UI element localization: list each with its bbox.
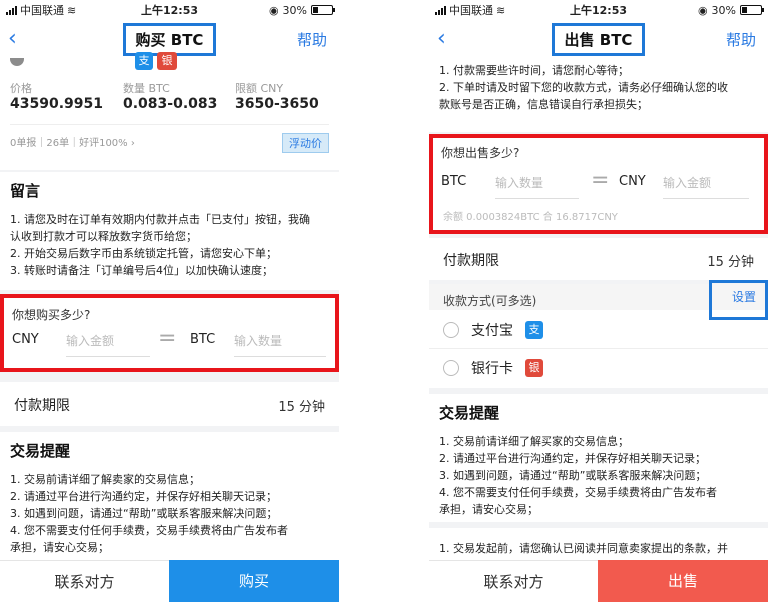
orientation-lock-icon: ◉ (268, 3, 279, 17)
payment-period-label: 付款期限 (14, 398, 70, 414)
payment-period-label: 付款期限 (443, 253, 499, 269)
payment-period-value: 15 分钟 (707, 255, 754, 270)
tips-title: 交易提醒 (10, 442, 71, 460)
notice-line: 2. 下单时请及时留下您的收款方式，请务必仔细确认您的收 (439, 81, 728, 94)
message-line: 2. 开始交易后数字币由系统锁定托管，请您安心下单； (10, 247, 277, 260)
message-line: 1. 请您及时在订单有效期内付款并点击「已支付」按钮，我确 (10, 213, 310, 226)
payment-icons: 支 银 (135, 52, 177, 70)
bottom-bar: 联系对方 购买 (0, 560, 339, 602)
carrier: 中国联通 (449, 4, 493, 17)
payment-period-row: 付款期限 15 分钟 (429, 238, 768, 280)
tips-section: 交易提醒 1. 交易前请详细了解买家的交易信息； 2. 请通过平台进行沟通约定，… (429, 394, 768, 522)
tip-line: 4. 您不需要支付任何手续费，交易手续费将由广告发布者 (10, 524, 288, 537)
trade-info: 支 银 价格 数量 BTC 限额 CNY 43590.9951 0.083-0.… (0, 52, 339, 170)
avatar (10, 58, 24, 66)
battery-percent: 30% (282, 3, 307, 17)
trader-stats[interactable]: 0单报｜26单｜好评100% › (10, 134, 135, 149)
tip-line: 3. 如遇到问题，请通过“帮助”或联系客服来解决问题； (439, 469, 707, 482)
sell-screen: 中国联通 ≋ 上午12:53 ◉ 30% ‹ 出售 BTC 帮助 1. 付款需要… (429, 0, 768, 602)
quantity-label: 数量 BTC (123, 82, 170, 95)
buy-button[interactable]: 购买 (169, 560, 339, 602)
terms-line: 1. 交易发起前，请您确认已阅读并同意卖家提出的条款，并 (439, 542, 728, 555)
page-title: 购买 BTC (122, 22, 217, 56)
signal-icon (435, 5, 446, 15)
tip-line: 承担，请安心交易； (10, 541, 109, 554)
battery-icon (740, 5, 764, 15)
sell-button[interactable]: 出售 (598, 560, 768, 602)
alipay-radio[interactable] (443, 322, 459, 338)
receive-option-bank[interactable]: 银行卡 银 (443, 358, 543, 378)
tip-line: 1. 交易前请详细了解买家的交易信息； (439, 435, 629, 448)
orientation-lock-icon: ◉ (697, 3, 708, 17)
bank-radio[interactable] (443, 360, 459, 376)
alipay-icon: 支 (135, 52, 153, 70)
tip-line: 2. 请通过平台进行沟通约定，并保存好相关聊天记录； (10, 490, 277, 503)
status-bar: 中国联通 ≋ 上午12:53 ◉ 30% (0, 0, 339, 20)
limit-value: 3650-3650 (235, 96, 319, 112)
quantity-value: 0.083-0.083 (123, 96, 218, 112)
status-bar: 中国联通 ≋ 上午12:53 ◉ 30% (429, 0, 768, 20)
tip-line: 2. 请通过平台进行沟通约定，并保存好相关聊天记录； (439, 452, 706, 465)
divider (429, 348, 768, 349)
highlight-amount-box (429, 134, 768, 234)
help-link[interactable]: 帮助 (297, 29, 327, 50)
receive-methods-label: 收款方式(可多选) (443, 294, 537, 308)
notice-section: 1. 付款需要些许时间，请您耐心等待； 2. 下单时请及时留下您的收款方式，请务… (429, 58, 768, 132)
signal-icon (6, 5, 17, 15)
notice-line: 1. 付款需要些许时间，请您耐心等待； (439, 64, 629, 77)
tips-title: 交易提醒 (439, 404, 500, 422)
price-label: 价格 (10, 82, 32, 95)
message-line: 3. 转账时请备注「订单编号后4位」以加快确认速度； (10, 264, 273, 277)
notice-line: 款账号是否正确，信息错误自行承担损失； (439, 98, 648, 111)
carrier: 中国联通 (20, 4, 64, 17)
contact-button[interactable]: 联系对方 (429, 560, 598, 602)
battery-percent: 30% (711, 3, 736, 17)
back-icon[interactable]: ‹ (8, 24, 32, 54)
bank-label: 银行卡 (471, 361, 513, 377)
tip-line: 3. 如遇到问题，请通过“帮助”或联系客服来解决问题； (10, 507, 278, 520)
wifi-icon: ≋ (67, 3, 77, 17)
tip-line: 4. 您不需要支付任何手续费，交易手续费将由广告发布者 (439, 486, 717, 499)
status-time: 上午12:53 (140, 4, 198, 17)
back-icon[interactable]: ‹ (437, 24, 461, 54)
tips-section: 交易提醒 1. 交易前请详细了解卖家的交易信息； 2. 请通过平台进行沟通约定，… (0, 432, 339, 562)
buy-screen: 中国联通 ≋ 上午12:53 ◉ 30% ‹ 购买 BTC 帮助 支 银 价格 … (0, 0, 339, 602)
alipay-icon: 支 (525, 321, 543, 339)
bottom-bar: 联系对方 出售 (429, 560, 768, 602)
payment-period-row: 付款期限 15 分钟 (0, 382, 339, 426)
payment-period-value: 15 分钟 (278, 400, 325, 415)
battery-icon (311, 5, 335, 15)
tip-line: 1. 交易前请详细了解卖家的交易信息； (10, 473, 200, 486)
divider (10, 124, 329, 125)
message-title: 留言 (10, 182, 41, 200)
tip-line: 承担，请安心交易； (439, 503, 538, 516)
highlight-amount-box (0, 294, 339, 372)
help-link[interactable]: 帮助 (726, 29, 756, 50)
contact-button[interactable]: 联系对方 (0, 560, 169, 602)
bank-card-icon: 银 (525, 359, 543, 377)
price-value: 43590.9951 (10, 96, 103, 112)
highlight-settings-box (709, 280, 768, 320)
nav-bar: ‹ 出售 BTC 帮助 (429, 20, 768, 58)
limit-label: 限额 CNY (235, 82, 284, 95)
bank-card-icon: 银 (157, 52, 177, 70)
receive-option-alipay[interactable]: 支付宝 支 (443, 320, 543, 340)
terms-section: 1. 交易发起前，请您确认已阅读并同意卖家提出的条款，并 (429, 528, 768, 560)
page-title: 出售 BTC (551, 22, 646, 56)
status-time: 上午12:53 (569, 4, 627, 17)
message-line: 认收到打款才可以释放数字货币给您； (10, 230, 197, 243)
floating-price-tag: 浮动价 (282, 133, 329, 153)
alipay-label: 支付宝 (471, 323, 513, 339)
wifi-icon: ≋ (496, 3, 506, 17)
message-section: 留言 1. 请您及时在订单有效期内付款并点击「已支付」按钮，我确 认收到打款才可… (0, 172, 339, 290)
